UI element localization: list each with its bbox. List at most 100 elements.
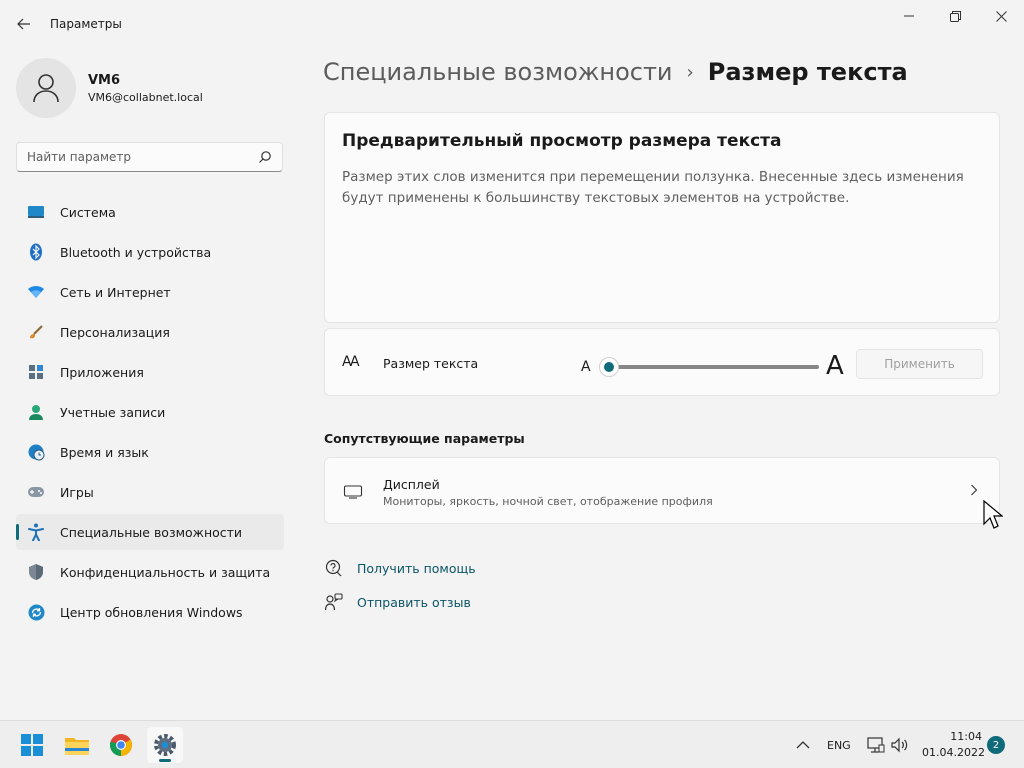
- get-help-link[interactable]: Получить помощь: [324, 558, 476, 578]
- tray-overflow-button[interactable]: [796, 721, 810, 768]
- sidebar-item-label: Персонализация: [60, 324, 170, 340]
- preview-description: Размер этих слов изменится при перемещен…: [342, 169, 964, 206]
- sidebar-item-accessibility[interactable]: Специальные возможности: [16, 514, 284, 550]
- restore-icon: [949, 10, 961, 22]
- system-icon: [27, 203, 45, 221]
- notification-badge[interactable]: 2: [987, 736, 1005, 754]
- app-title: Параметры: [50, 17, 122, 31]
- chevron-right-icon: [971, 484, 978, 496]
- sidebar-item-personalization[interactable]: Персонализация: [16, 314, 284, 350]
- display-title: Дисплей: [383, 477, 440, 492]
- back-button[interactable]: [10, 10, 38, 38]
- maximize-button[interactable]: [932, 0, 978, 32]
- sidebar-item-label: Специальные возможности: [60, 524, 243, 540]
- get-help-label: Получить помощь: [357, 560, 476, 576]
- user-profile[interactable]: VM6 VM6@collabnet.local: [16, 58, 203, 118]
- preview-title: Предварительный просмотр размера текста: [342, 131, 782, 151]
- sidebar-item-windows-update[interactable]: Центр обновления Windows: [16, 594, 284, 630]
- text-size-icon: AA: [342, 354, 359, 370]
- speaker-icon: [891, 737, 908, 753]
- breadcrumb-separator: ›: [686, 61, 694, 83]
- breadcrumb-parent[interactable]: Специальные возможности: [323, 58, 673, 86]
- text-size-preview-card: Предварительный просмотр размера текста …: [324, 112, 1000, 323]
- sidebar-item-privacy[interactable]: Конфиденциальность и защита: [16, 554, 284, 590]
- search-input[interactable]: [17, 143, 237, 171]
- settings-icon: [154, 734, 176, 756]
- help-icon: [324, 558, 344, 578]
- breadcrumb: Специальные возможности › Размер текста: [323, 58, 908, 86]
- display-settings-link[interactable]: Дисплей Мониторы, яркость, ночной свет, …: [324, 457, 1000, 524]
- slider-max-label: A: [826, 351, 844, 381]
- sidebar-item-label: Конфиденциальность и защита: [60, 564, 271, 580]
- sidebar-item-gaming[interactable]: Игры: [16, 474, 284, 510]
- sidebar-item-apps[interactable]: Приложения: [16, 354, 284, 390]
- clock-date: 01.04.2022: [922, 746, 985, 759]
- text-size-setting-card: AA Размер текста A A Применить: [324, 328, 1000, 396]
- network-icon: [27, 283, 45, 301]
- user-icon: [33, 74, 59, 103]
- monitor-icon: [343, 485, 363, 499]
- sidebar-item-label: Bluetooth и устройства: [60, 244, 212, 260]
- update-icon: [27, 603, 45, 621]
- minimize-icon: [904, 15, 914, 17]
- minimize-button[interactable]: [886, 0, 932, 32]
- user-email: VM6@collabnet.local: [88, 90, 203, 104]
- language-indicator[interactable]: ENG: [827, 721, 851, 768]
- network-status[interactable]: [867, 721, 885, 768]
- text-size-label: Размер текста: [383, 356, 479, 371]
- sidebar-item-label: Игры: [60, 484, 94, 500]
- sidebar-item-label: Учетные записи: [60, 404, 166, 420]
- chrome-icon: [110, 734, 132, 756]
- sidebar-item-label: Центр обновления Windows: [60, 604, 243, 620]
- feedback-icon: [324, 592, 344, 612]
- sidebar-nav: Система Bluetooth и устройства Сеть и Ин…: [16, 194, 284, 634]
- clock-time: 11:04: [950, 730, 982, 743]
- sidebar-item-bluetooth[interactable]: Bluetooth и устройства: [16, 234, 284, 270]
- time-language-icon: [27, 443, 45, 461]
- sidebar-item-label: Приложения: [60, 364, 144, 380]
- arrow-left-icon: [17, 18, 30, 30]
- send-feedback-link[interactable]: Отправить отзыв: [324, 592, 471, 612]
- gaming-icon: [27, 483, 45, 501]
- sidebar-item-system[interactable]: Система: [16, 194, 284, 230]
- search-icon[interactable]: [258, 150, 272, 164]
- related-settings-heading: Сопутствующие параметры: [324, 431, 525, 446]
- start-button[interactable]: [14, 727, 50, 763]
- taskbar-chrome[interactable]: [103, 727, 139, 763]
- taskbar-settings[interactable]: [147, 727, 183, 763]
- ethernet-icon: [867, 737, 885, 753]
- file-explorer-icon: [65, 738, 89, 755]
- mouse-cursor-icon: [983, 500, 1003, 529]
- user-name: VM6: [88, 72, 121, 88]
- apply-button[interactable]: Применить: [856, 349, 983, 379]
- avatar: [16, 58, 76, 118]
- sidebar-item-label: Система: [60, 204, 116, 220]
- apps-icon: [27, 363, 45, 381]
- slider-min-label: A: [581, 359, 591, 375]
- accounts-icon: [27, 403, 45, 421]
- sidebar-item-time-language[interactable]: Время и язык: [16, 434, 284, 470]
- accessibility-icon: [27, 523, 45, 541]
- taskbar-file-explorer[interactable]: [59, 727, 95, 763]
- title-bar: Параметры: [0, 0, 1024, 48]
- display-subtitle: Мониторы, яркость, ночной свет, отображе…: [383, 495, 713, 508]
- send-feedback-label: Отправить отзыв: [357, 594, 471, 610]
- search-box[interactable]: [16, 142, 283, 172]
- start-icon: [21, 734, 43, 756]
- sidebar-item-accounts[interactable]: Учетные записи: [16, 394, 284, 430]
- brush-icon: [27, 323, 45, 341]
- sidebar-item-network[interactable]: Сеть и Интернет: [16, 274, 284, 310]
- slider-track[interactable]: [609, 365, 819, 369]
- close-button[interactable]: [978, 0, 1024, 32]
- volume-control[interactable]: [891, 721, 909, 768]
- clock[interactable]: 11:04 01.04.2022: [922, 729, 985, 761]
- bluetooth-icon: [27, 243, 45, 261]
- taskbar: ENG 11:04 01.04.2022: [0, 720, 1024, 768]
- text-size-slider[interactable]: [599, 357, 819, 377]
- page-title: Размер текста: [707, 58, 908, 86]
- close-icon: [995, 10, 1007, 22]
- shield-icon: [27, 563, 45, 581]
- slider-thumb[interactable]: [599, 357, 619, 377]
- sidebar-item-label: Время и язык: [60, 444, 149, 460]
- chevron-up-icon: [796, 741, 810, 749]
